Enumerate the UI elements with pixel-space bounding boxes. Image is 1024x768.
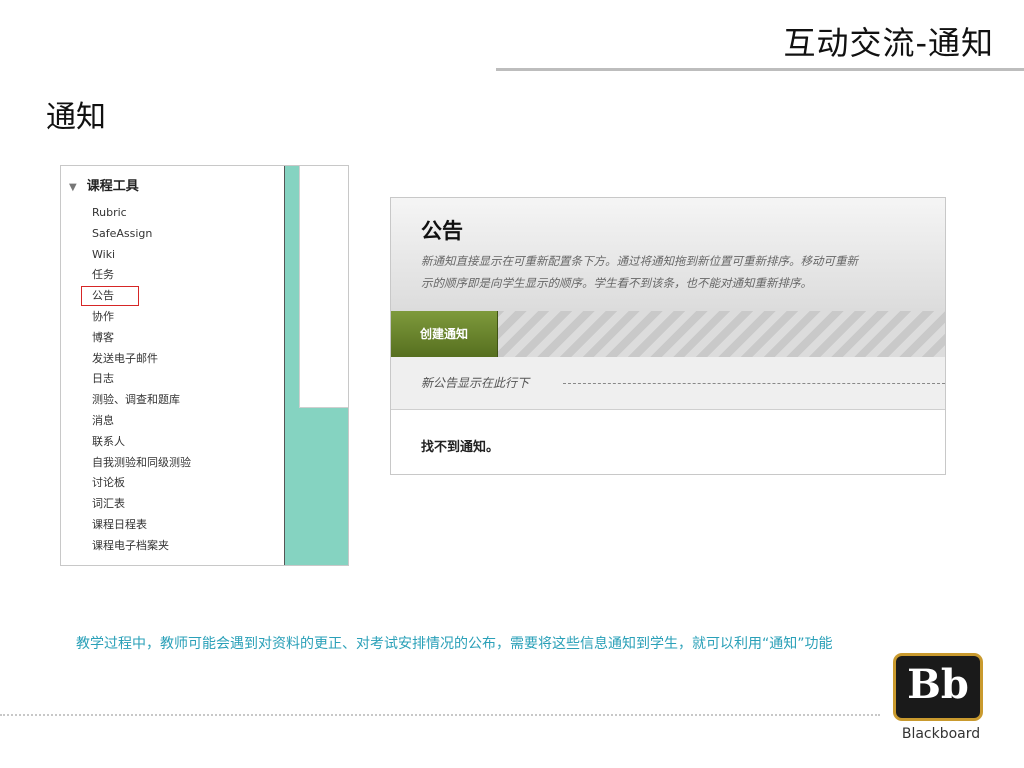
- tool-item-discussion-board[interactable]: 讨论板: [92, 473, 191, 494]
- tool-item-tests-surveys-pools[interactable]: 测验、调查和题库: [92, 390, 191, 411]
- announcements-title: 公告: [421, 219, 463, 243]
- tool-item-self-peer-assessment[interactable]: 自我测验和同级测验: [92, 453, 191, 474]
- reorder-dashed-line: [563, 383, 945, 384]
- bb-logo-letters: Bb: [907, 661, 969, 708]
- tool-item-rubric[interactable]: Rubric: [92, 203, 191, 224]
- bb-logo-badge: Bb: [896, 656, 980, 718]
- tool-item-send-email[interactable]: 发送电子邮件: [92, 349, 191, 370]
- tool-item-contacts[interactable]: 联系人: [92, 432, 191, 453]
- announcements-screenshot: 公告 新通知直接显示在可重新配置条下方。通过将通知拖到新位置可重新排序。移动可重…: [390, 197, 946, 475]
- description-line-1: 新通知直接显示在可重新配置条下方。通过将通知拖到新位置可重新排序。移动可重新: [421, 254, 858, 268]
- announcements-description: 新通知直接显示在可重新配置条下方。通过将通知拖到新位置可重新排序。移动可重新 示…: [421, 250, 945, 294]
- title-underline: [496, 68, 1024, 71]
- content-panel-edge: [299, 166, 348, 408]
- tool-item-blogs[interactable]: 博客: [92, 328, 191, 349]
- announcements-action-bar: 创建通知: [391, 311, 945, 357]
- blackboard-wordmark: Blackboard: [901, 726, 981, 742]
- tool-item-glossary[interactable]: 词汇表: [92, 494, 191, 515]
- reorder-marker-row[interactable]: 新公告显示在此行下: [391, 357, 945, 410]
- tool-item-wiki[interactable]: Wiki: [92, 245, 191, 266]
- tool-item-collaboration[interactable]: 协作: [92, 307, 191, 328]
- slide-caption: 教学过程中，教师可能会遇到对资料的更正、对考试安排情况的公布，需要将这些信息通知…: [76, 636, 833, 652]
- teal-background-strip: [285, 166, 348, 565]
- tool-item-journals[interactable]: 日志: [92, 369, 191, 390]
- course-tools-header[interactable]: ▼ 课程工具: [69, 175, 139, 194]
- tool-item-safeassign[interactable]: SafeAssign: [92, 224, 191, 245]
- course-tools-header-label: 课程工具: [86, 179, 139, 194]
- section-heading: 通知: [46, 100, 106, 135]
- tool-item-announcements-highlighted[interactable]: 公告: [81, 286, 191, 307]
- no-announcements-message: 找不到通知。: [421, 440, 500, 455]
- collapse-triangle-icon[interactable]: ▼: [69, 182, 77, 193]
- create-announcement-button[interactable]: 创建通知: [391, 311, 498, 357]
- slide-title: 互动交流-通知: [783, 24, 994, 62]
- tool-item-course-portfolio[interactable]: 课程电子档案夹: [92, 536, 191, 557]
- description-line-2: 示的顺序即是向学生显示的顺序。学生看不到该条，也不能对通知重新排序。: [421, 276, 812, 290]
- tool-item-course-calendar[interactable]: 课程日程表: [92, 515, 191, 536]
- course-tools-screenshot: ▼ 课程工具 Rubric SafeAssign Wiki 任务 公告 协作 博客…: [60, 165, 349, 566]
- tool-item-messages[interactable]: 消息: [92, 411, 191, 432]
- course-tools-list: Rubric SafeAssign Wiki 任务 公告 协作 博客 发送电子邮…: [81, 203, 191, 557]
- footer-dotted-line: [0, 714, 880, 716]
- tool-item-assignment[interactable]: 任务: [92, 265, 191, 286]
- course-tools-menu: ▼ 课程工具 Rubric SafeAssign Wiki 任务 公告 协作 博客…: [61, 166, 285, 565]
- blackboard-logo: Bb Blackboard: [893, 656, 989, 748]
- announcements-header-area: 公告 新通知直接显示在可重新配置条下方。通过将通知拖到新位置可重新排序。移动可重…: [391, 198, 945, 311]
- reorder-marker-label: 新公告显示在此行下: [421, 376, 530, 390]
